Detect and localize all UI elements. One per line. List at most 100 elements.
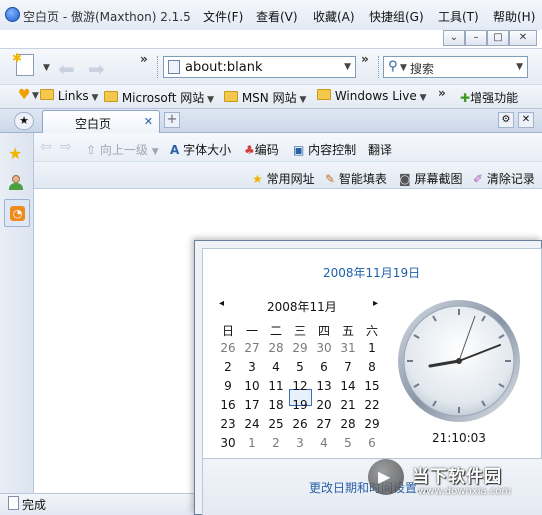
- calendar-day[interactable]: 27: [312, 417, 336, 431]
- calendar-day[interactable]: 22: [360, 398, 384, 412]
- calendar-day[interactable]: 2: [264, 436, 288, 450]
- calendar-day[interactable]: 1: [240, 436, 264, 450]
- smart-fill-button[interactable]: ✎ 智能填表: [325, 170, 387, 187]
- calendar-day[interactable]: 3: [288, 436, 312, 450]
- calendar-day[interactable]: 5: [336, 436, 360, 450]
- back-arrow-icon[interactable]: ⬅: [58, 57, 75, 81]
- encoding-button[interactable]: ♣编码: [244, 141, 279, 158]
- calendar-day[interactable]: 26: [216, 341, 240, 355]
- month-label[interactable]: 2008年11月: [267, 298, 337, 315]
- calendar-day[interactable]: 9: [216, 379, 240, 393]
- font-size-button[interactable]: A 字体大小: [170, 141, 231, 158]
- calendar-day[interactable]: 6: [360, 436, 384, 450]
- calendar-day[interactable]: 2: [216, 360, 240, 374]
- search-box[interactable]: ⚲ ▼ 搜索 ▼: [383, 56, 528, 78]
- calendar-day[interactable]: 14: [336, 379, 360, 393]
- maxthon-logo-icon[interactable]: [5, 7, 20, 22]
- new-tab-button[interactable]: +: [164, 112, 180, 128]
- calendar-day[interactable]: 29: [288, 341, 312, 355]
- calendar-day[interactable]: 3: [240, 360, 264, 374]
- calendar-day[interactable]: 25: [264, 417, 288, 431]
- user-icon[interactable]: [9, 175, 23, 191]
- clear-records-button[interactable]: ✐ 清除记录: [473, 170, 535, 187]
- calendar-day[interactable]: 16: [216, 398, 240, 412]
- menu-groups[interactable]: 快捷组(G): [369, 8, 424, 25]
- date-header-link[interactable]: 2008年11月19日: [323, 264, 420, 281]
- content-control-button[interactable]: ▣ 内容控制: [293, 141, 356, 158]
- bookmark-microsoft[interactable]: Microsoft 网站 ▼: [104, 89, 214, 106]
- bookmark-msn[interactable]: MSN 网站 ▼: [224, 89, 306, 106]
- rss-button[interactable]: ◔: [4, 199, 30, 227]
- new-page-icon[interactable]: ✱: [12, 51, 34, 76]
- up-level-button[interactable]: ⇧ 向上一级 ▼: [86, 141, 159, 158]
- calendar-day[interactable]: 5: [288, 360, 312, 374]
- next-month-icon[interactable]: ▸: [373, 298, 378, 309]
- calendar-day[interactable]: 8: [360, 360, 384, 374]
- calendar-day[interactable]: 28: [264, 341, 288, 355]
- calendar-day[interactable]: 11: [264, 379, 288, 393]
- calendar-day[interactable]: 6: [312, 360, 336, 374]
- calendar-day[interactable]: 30: [312, 341, 336, 355]
- search-input[interactable]: 搜索: [410, 60, 434, 77]
- calendar-day[interactable]: 20: [312, 398, 336, 412]
- calendar-day[interactable]: 26: [288, 417, 312, 431]
- calendar-day[interactable]: 13: [312, 379, 336, 393]
- screenshot-button[interactable]: ◙ 屏幕截图: [399, 170, 463, 187]
- page-back-icon[interactable]: ⇦: [40, 139, 52, 155]
- calendar-day[interactable]: 27: [240, 341, 264, 355]
- calendar-day[interactable]: 12: [288, 379, 312, 393]
- calendar-day[interactable]: 21: [336, 398, 360, 412]
- tab-close-icon[interactable]: ✕: [144, 115, 153, 128]
- calendar-day[interactable]: 17: [240, 398, 264, 412]
- forward-arrow-icon[interactable]: ➡: [88, 57, 105, 81]
- bookmark-menu-dropdown-icon[interactable]: ▼: [32, 91, 39, 101]
- menu-favorites[interactable]: 收藏(A): [313, 8, 355, 25]
- menu-tools[interactable]: 工具(T): [438, 8, 479, 25]
- calendar-day[interactable]: 1: [360, 341, 384, 355]
- toolbar-grip-2[interactable]: [378, 56, 381, 78]
- menu-help[interactable]: 帮助(H): [493, 8, 535, 25]
- toolbar-grip[interactable]: [157, 56, 160, 78]
- bookmark-links[interactable]: Links ▼: [40, 89, 98, 103]
- wrench-icon[interactable]: ⚙: [498, 112, 514, 128]
- menu-file[interactable]: 文件(F): [203, 8, 243, 25]
- minimize-button[interactable]: –: [465, 30, 487, 46]
- calendar-day[interactable]: 30: [216, 436, 240, 450]
- calendar-day[interactable]: 7: [336, 360, 360, 374]
- prev-month-icon[interactable]: ◂: [219, 298, 224, 309]
- calendar-day-today[interactable]: 19: [288, 398, 312, 412]
- translate-button[interactable]: 翻译: [368, 141, 392, 158]
- calendar-day[interactable]: 24: [240, 417, 264, 431]
- star-circle-icon[interactable]: ★: [14, 112, 34, 130]
- address-text[interactable]: about:blank: [185, 60, 263, 75]
- tab-active[interactable]: 空白页 ✕: [42, 110, 160, 134]
- bookmark-overflow-icon[interactable]: »: [438, 86, 446, 100]
- favorites-star-icon[interactable]: ★: [8, 144, 22, 163]
- heart-icon[interactable]: ♥: [18, 87, 31, 103]
- tab-close-all-icon[interactable]: ✕: [518, 112, 534, 128]
- address-bar[interactable]: about:blank ▼: [163, 56, 356, 78]
- calendar-day[interactable]: 4: [264, 360, 288, 374]
- dropdown-window-button[interactable]: ⌄: [443, 30, 465, 46]
- toolbar-overflow-icon[interactable]: »: [140, 52, 148, 66]
- calendar-day[interactable]: 23: [216, 417, 240, 431]
- common-sites-button[interactable]: ★ 常用网址: [252, 170, 315, 187]
- calendar-day[interactable]: 28: [336, 417, 360, 431]
- calendar-day[interactable]: 29: [360, 417, 384, 431]
- maximize-button[interactable]: □: [487, 30, 509, 46]
- search-icon[interactable]: ⚲: [388, 59, 398, 74]
- search-engine-dropdown-icon[interactable]: ▼: [400, 63, 407, 73]
- bookmark-windows-live[interactable]: Windows Live ▼: [317, 89, 427, 103]
- close-window-button[interactable]: ✕: [509, 30, 537, 46]
- search-dropdown-icon[interactable]: ▼: [516, 62, 523, 72]
- addon-button[interactable]: ✚增强功能: [460, 89, 518, 106]
- page-forward-icon[interactable]: ⇨: [60, 139, 72, 155]
- calendar-day[interactable]: 4: [312, 436, 336, 450]
- new-page-dropdown-icon[interactable]: ▼: [43, 63, 50, 73]
- calendar-day[interactable]: 18: [264, 398, 288, 412]
- address-dropdown-icon[interactable]: ▼: [344, 62, 351, 72]
- calendar-day[interactable]: 15: [360, 379, 384, 393]
- toolbar-overflow2-icon[interactable]: »: [361, 52, 369, 66]
- calendar-day[interactable]: 10: [240, 379, 264, 393]
- menu-view[interactable]: 查看(V): [256, 8, 298, 25]
